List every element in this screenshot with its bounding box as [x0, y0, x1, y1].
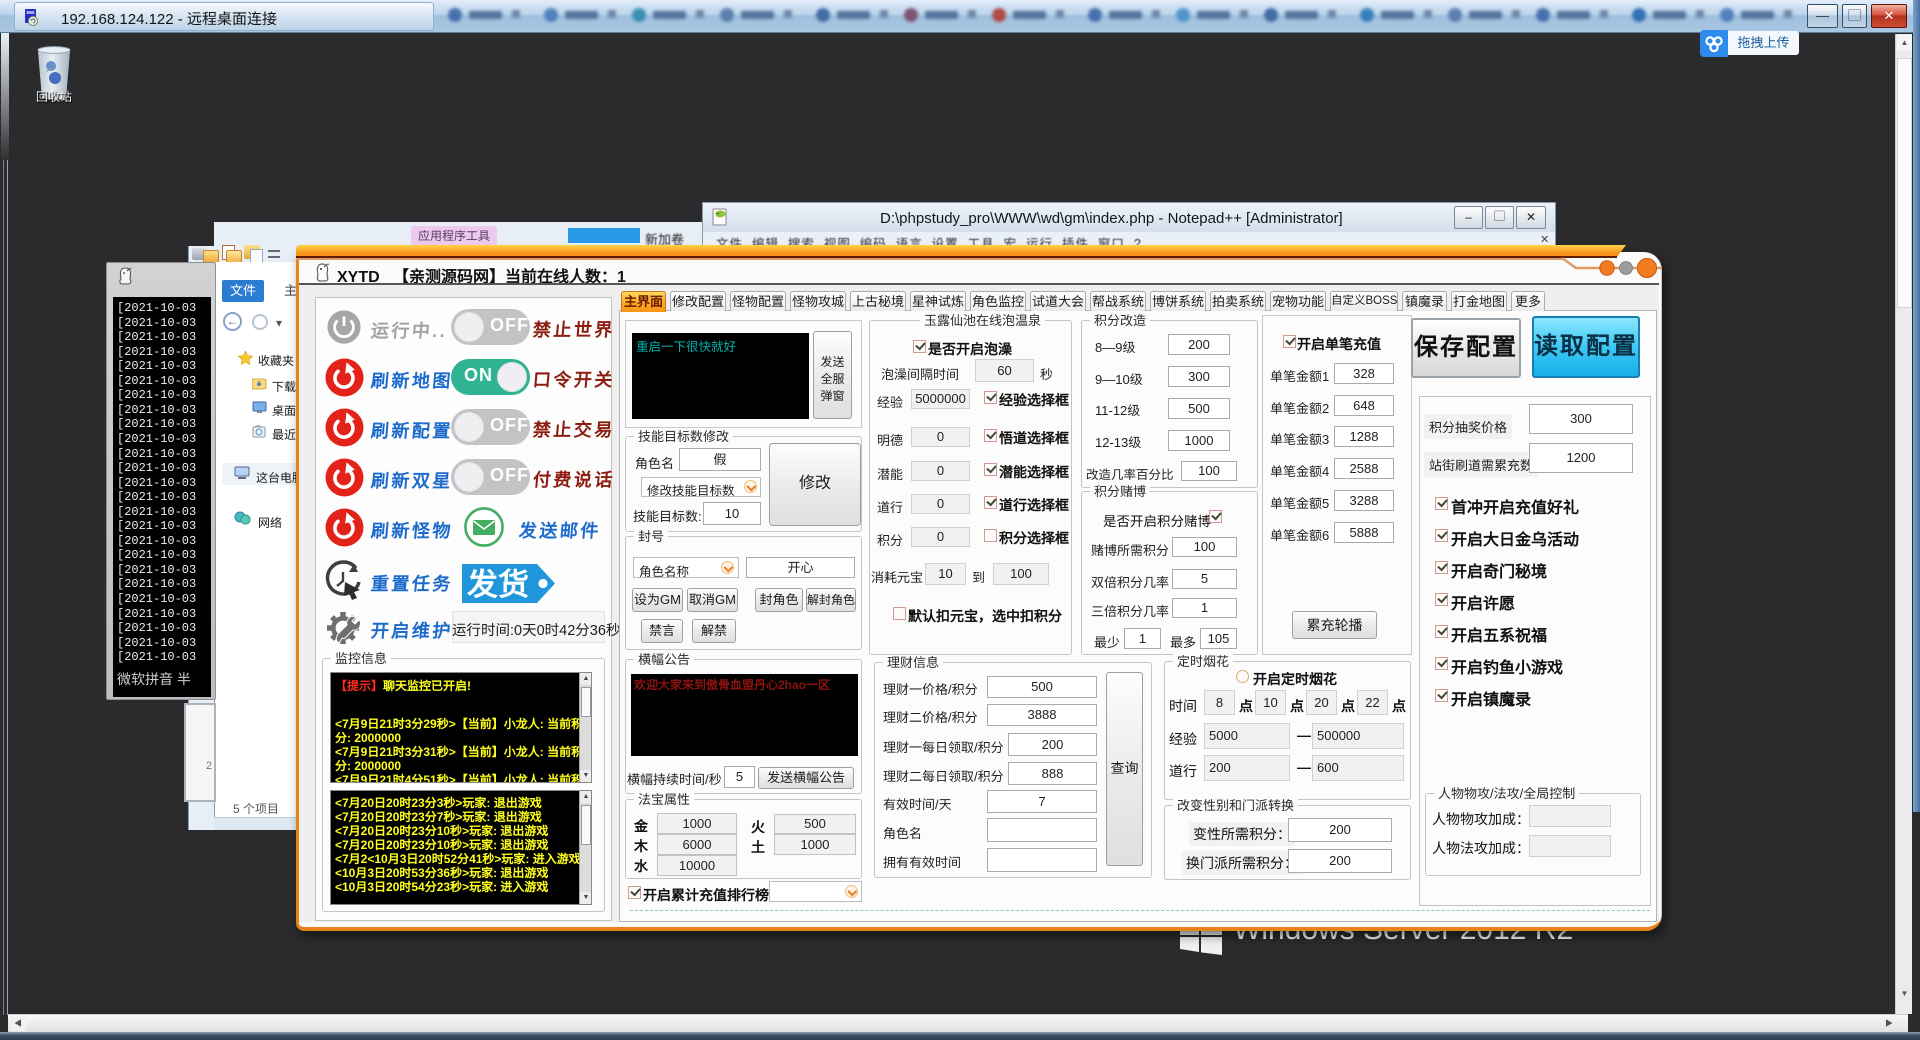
svg-text:发货: 发货 — [466, 567, 529, 602]
